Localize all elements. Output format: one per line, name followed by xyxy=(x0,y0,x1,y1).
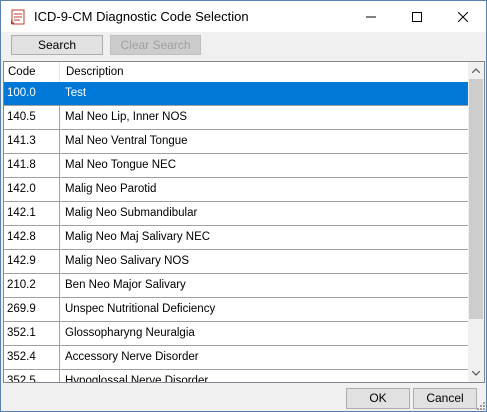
cell-description: Mal Neo Ventral Tongue xyxy=(65,135,188,147)
cell-description: Ben Neo Major Salivary xyxy=(65,279,186,291)
cell-description: Mal Neo Lip, Inner NOS xyxy=(65,111,188,123)
table-row[interactable]: 352.5 Hypoglossal Nerve Disorder xyxy=(4,370,469,383)
table-row[interactable]: 269.9 Unspec Nutritional Deficiency xyxy=(4,298,469,322)
cell-description: Accessory Nerve Disorder xyxy=(65,351,199,363)
cell-code: 142.1 xyxy=(4,202,60,225)
vertical-scrollbar[interactable] xyxy=(468,62,484,382)
cell-description: Test xyxy=(65,87,87,99)
maximize-button[interactable] xyxy=(394,1,440,32)
cell-code: 142.0 xyxy=(4,178,60,201)
cell-description: Malig Neo Maj Salivary NEC xyxy=(65,231,211,243)
cell-code: 140.5 xyxy=(4,106,60,129)
table-row[interactable]: 141.3 Mal Neo Ventral Tongue xyxy=(4,130,469,154)
table-row[interactable]: 141.8 Mal Neo Tongue NEC xyxy=(4,154,469,178)
cell-code: 141.3 xyxy=(4,130,60,153)
scroll-up-button[interactable] xyxy=(468,62,484,79)
table-row[interactable]: 352.4 Accessory Nerve Disorder xyxy=(4,346,469,370)
title-bar[interactable]: ICD-9-CM Diagnostic Code Selection xyxy=(1,1,486,32)
chevron-up-icon xyxy=(472,68,480,73)
cell-code: 352.1 xyxy=(4,322,60,345)
cell-code: 352.5 xyxy=(4,370,60,382)
scroll-down-button[interactable] xyxy=(468,365,484,382)
cancel-button[interactable]: Cancel xyxy=(413,388,477,409)
close-button[interactable] xyxy=(440,1,486,32)
toolbar: Search Clear Search xyxy=(1,32,486,57)
code-grid[interactable]: Code Description 100.0 Test 140.5 Mal Neo L… xyxy=(3,61,485,383)
table-row[interactable]: 142.9 Malig Neo Salivary NOS xyxy=(4,250,469,274)
app-form-icon xyxy=(9,8,27,26)
cell-description: Malig Neo Submandibular xyxy=(65,207,198,219)
table-row[interactable]: 100.0 Test xyxy=(4,82,469,106)
table-row[interactable]: 142.8 Malig Neo Maj Salivary NEC xyxy=(4,226,469,250)
table-row[interactable]: 210.2 Ben Neo Major Salivary xyxy=(4,274,469,298)
cell-code: 269.9 xyxy=(4,298,60,321)
table-row[interactable]: 352.1 Glossopharyng Neuralgia xyxy=(4,322,469,346)
dialog-footer: OK Cancel xyxy=(1,385,486,411)
column-header-description[interactable]: Description xyxy=(60,62,469,82)
window-controls xyxy=(348,1,486,32)
grid-rows: 100.0 Test 140.5 Mal Neo Lip, Inner NOS 141.… xyxy=(4,82,469,383)
cell-description: Mal Neo Tongue NEC xyxy=(65,159,177,171)
minimize-button[interactable] xyxy=(348,1,394,32)
ok-button[interactable]: OK xyxy=(346,388,410,409)
grid-header: Code Description xyxy=(4,62,469,83)
table-row[interactable]: 140.5 Mal Neo Lip, Inner NOS xyxy=(4,106,469,130)
minimize-icon xyxy=(366,16,376,17)
close-icon xyxy=(458,11,468,22)
cell-description: Unspec Nutritional Deficiency xyxy=(65,303,216,315)
table-row[interactable]: 142.0 Malig Neo Parotid xyxy=(4,178,469,202)
dialog-window: ICD-9-CM Diagnostic Code Selection Searc… xyxy=(0,0,487,412)
cell-code: 142.8 xyxy=(4,226,60,249)
cell-code: 210.2 xyxy=(4,274,60,297)
column-header-code[interactable]: Code xyxy=(4,62,60,82)
cell-description: Malig Neo Salivary NOS xyxy=(65,255,189,267)
clear-search-button[interactable]: Clear Search xyxy=(110,35,201,55)
table-row[interactable]: 142.1 Malig Neo Submandibular xyxy=(4,202,469,226)
cell-code: 141.8 xyxy=(4,154,60,177)
scroll-thumb[interactable] xyxy=(469,79,483,319)
cell-description: Malig Neo Parotid xyxy=(65,183,157,195)
cell-description: Glossopharyng Neuralgia xyxy=(65,327,195,339)
cell-code: 100.0 xyxy=(4,82,60,105)
maximize-icon xyxy=(412,11,422,22)
cell-description: Hypoglossal Nerve Disorder xyxy=(65,375,209,383)
cell-code: 142.9 xyxy=(4,250,60,273)
cell-code: 352.4 xyxy=(4,346,60,369)
window-title: ICD-9-CM Diagnostic Code Selection xyxy=(34,9,249,24)
search-button[interactable]: Search xyxy=(11,35,103,55)
resize-grip-icon[interactable] xyxy=(477,402,485,410)
chevron-down-icon xyxy=(472,371,480,376)
